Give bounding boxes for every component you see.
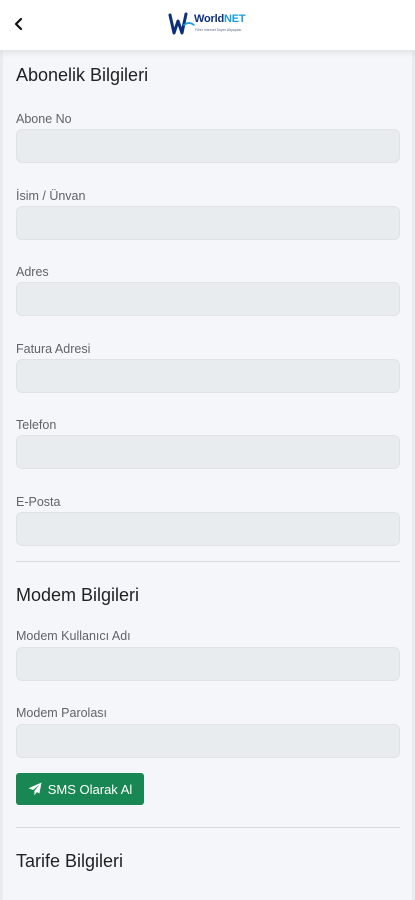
logo-wordmark: WorldNET: [194, 13, 246, 25]
subscriber-number-input[interactable]: [16, 129, 400, 163]
modem-section-title: Modem Bilgileri: [16, 585, 140, 605]
logo-tagline: Fiber Internet Super Altyapılar: [195, 28, 242, 32]
email-input[interactable]: [16, 512, 400, 546]
back-button[interactable]: [6, 10, 32, 38]
address-input[interactable]: [16, 282, 400, 316]
sms-send-button[interactable]: SMS Olarak Al: [16, 773, 144, 805]
top-bar: WorldNET Fiber Internet Super Altyapılar: [0, 0, 415, 51]
subscriber-section-title: Abonelik Bilgileri: [16, 65, 149, 85]
email-label: E-Posta: [16, 495, 61, 509]
billing-address-input[interactable]: [16, 359, 400, 393]
logo-mark-icon: [168, 12, 195, 35]
tariff-section-title: Tarife Bilgileri: [16, 851, 124, 871]
billing-address-label: Fatura Adresi: [16, 342, 91, 356]
name-title-label: İsim / Ünvan: [16, 189, 86, 203]
paper-plane-icon: [28, 782, 42, 796]
modem-password-label: Modem Parolası: [16, 706, 108, 720]
phone-input[interactable]: [16, 435, 400, 469]
worldnet-logo: WorldNET Fiber Internet Super Altyapılar: [168, 9, 263, 39]
frame-edge-left: [0, 0, 3, 900]
sms-button-label: SMS Olarak Al: [47, 781, 133, 797]
modem-username-input[interactable]: [16, 647, 400, 681]
phone-label: Telefon: [16, 418, 57, 432]
subscriber-number-label: Abone No: [16, 112, 72, 126]
chevron-left-icon: [14, 17, 23, 31]
name-title-input[interactable]: [16, 206, 400, 240]
modem-username-label: Modem Kullanıcı Adı: [16, 629, 131, 643]
modem-password-input[interactable]: [16, 724, 400, 758]
section-divider: [16, 561, 400, 562]
address-label: Adres: [16, 265, 49, 279]
section-divider: [16, 827, 400, 828]
